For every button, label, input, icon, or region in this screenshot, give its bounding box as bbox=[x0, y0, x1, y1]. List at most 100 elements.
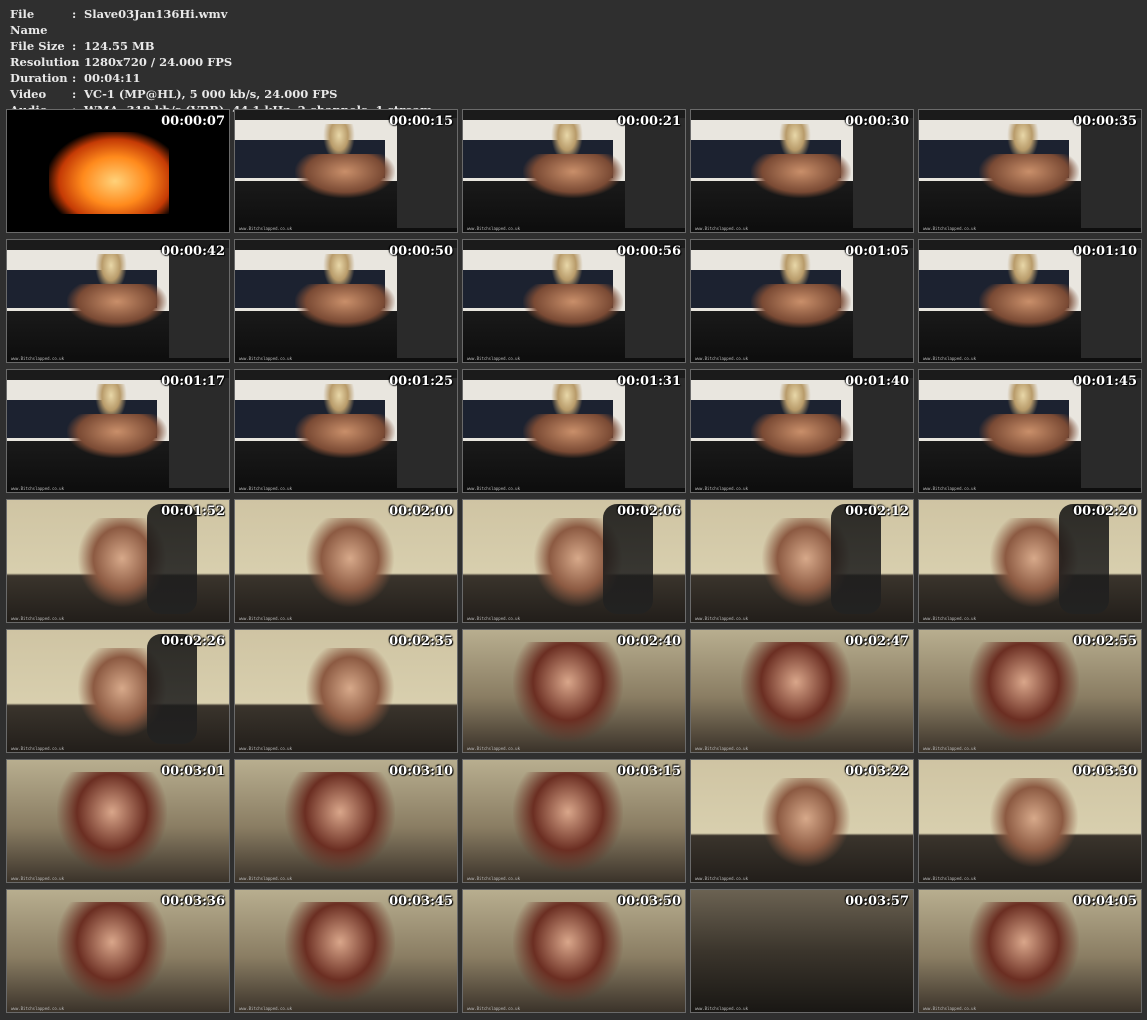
watermark: www.Bitchslapped.co.uk bbox=[239, 1006, 292, 1011]
thumbnail-frame[interactable]: www.Bitchslapped.co.uk 00:00:42 bbox=[6, 239, 230, 363]
watermark: www.Bitchslapped.co.uk bbox=[467, 356, 520, 361]
thumbnail-frame[interactable]: www.Bitchslapped.co.uk 00:02:55 bbox=[918, 629, 1142, 753]
thumbnail-frame[interactable]: www.Bitchslapped.co.uk 00:02:00 bbox=[234, 499, 458, 623]
figure-shape bbox=[513, 902, 623, 1002]
info-row: Video: VC-1 (MP@HL), 5 000 kb/s, 24.000 F… bbox=[10, 86, 432, 102]
timestamp: 00:00:07 bbox=[161, 114, 225, 129]
thumbnail-frame[interactable]: www.Bitchslapped.co.uk 00:01:45 bbox=[918, 369, 1142, 493]
girl-shape bbox=[295, 414, 395, 458]
info-value: 00:04:11 bbox=[84, 71, 141, 85]
cab-shape bbox=[853, 248, 913, 358]
watermark: www.Bitchslapped.co.uk bbox=[239, 356, 292, 361]
thumbnail-frame[interactable]: www.Bitchslapped.co.uk 00:02:47 bbox=[690, 629, 914, 753]
watermark: www.Bitchslapped.co.uk bbox=[11, 1006, 64, 1011]
watermark: www.Bitchslapped.co.uk bbox=[11, 876, 64, 881]
info-key: Video bbox=[10, 87, 47, 101]
watermark: www.Bitchslapped.co.uk bbox=[923, 876, 976, 881]
thumbnail-frame[interactable]: www.Bitchslapped.co.uk 00:03:30 bbox=[918, 759, 1142, 883]
info-value: VC-1 (MP@HL), 5 000 kb/s, 24.000 FPS bbox=[84, 87, 338, 101]
watermark: www.Bitchslapped.co.uk bbox=[11, 616, 64, 621]
timestamp: 00:03:22 bbox=[845, 764, 909, 779]
thumbnail-frame[interactable]: www.Bitchslapped.co.uk 00:00:35 bbox=[918, 109, 1142, 233]
figure-shape bbox=[285, 902, 395, 1002]
info-row: Resolution:1280x720 / 24.000 FPS bbox=[10, 54, 432, 70]
thumbnail-frame[interactable]: www.Bitchslapped.co.uk 00:00:56 bbox=[462, 239, 686, 363]
timestamp: 00:02:12 bbox=[845, 504, 909, 519]
thumbnail-frame[interactable]: www.Bitchslapped.co.uk 00:00:15 bbox=[234, 109, 458, 233]
thumbnail-frame[interactable]: www.Bitchslapped.co.uk 00:01:17 bbox=[6, 369, 230, 493]
thumbnail-frame[interactable]: www.Bitchslapped.co.uk 00:02:26 bbox=[6, 629, 230, 753]
timestamp: 00:03:30 bbox=[1073, 764, 1137, 779]
figure-shape bbox=[741, 642, 851, 742]
watermark: www.Bitchslapped.co.uk bbox=[923, 356, 976, 361]
thumbnail-frame[interactable]: www.Bitchslapped.co.uk 00:02:40 bbox=[462, 629, 686, 753]
cab-shape bbox=[625, 378, 685, 488]
thumbnail-frame[interactable]: www.Bitchslapped.co.uk 00:01:05 bbox=[690, 239, 914, 363]
timestamp: 00:02:20 bbox=[1073, 504, 1137, 519]
watermark: www.Bitchslapped.co.uk bbox=[695, 1006, 748, 1011]
thumbnail-frame[interactable]: www.Bitchslapped.co.uk 00:03:10 bbox=[234, 759, 458, 883]
watermark: www.Bitchslapped.co.uk bbox=[695, 746, 748, 751]
thumbnail-frame[interactable]: www.Bitchslapped.co.uk 00:03:15 bbox=[462, 759, 686, 883]
thumbnail-frame[interactable]: www.Bitchslapped.co.uk 00:00:30 bbox=[690, 109, 914, 233]
girl-shape bbox=[979, 154, 1079, 198]
thumbnail-grid: 00:00:07 www.Bitchslapped.co.uk 00:00:15 ww… bbox=[6, 109, 1142, 1013]
watermark: www.Bitchslapped.co.uk bbox=[467, 1006, 520, 1011]
cab-shape bbox=[1081, 378, 1141, 488]
watermark: www.Bitchslapped.co.uk bbox=[239, 616, 292, 621]
thumbnail-frame[interactable]: www.Bitchslapped.co.uk 00:02:35 bbox=[234, 629, 458, 753]
thumbnail-frame[interactable]: www.Bitchslapped.co.uk 00:01:40 bbox=[690, 369, 914, 493]
timestamp: 00:00:30 bbox=[845, 114, 909, 129]
thumbnail-frame[interactable]: www.Bitchslapped.co.uk 00:00:50 bbox=[234, 239, 458, 363]
figure-shape bbox=[305, 518, 395, 608]
watermark: www.Bitchslapped.co.uk bbox=[923, 486, 976, 491]
timestamp: 00:02:55 bbox=[1073, 634, 1137, 649]
thumbnail-frame[interactable]: www.Bitchslapped.co.uk 00:01:10 bbox=[918, 239, 1142, 363]
thumbnail-frame[interactable]: www.Bitchslapped.co.uk 00:02:06 bbox=[462, 499, 686, 623]
thumbnail-frame[interactable]: www.Bitchslapped.co.uk 00:01:25 bbox=[234, 369, 458, 493]
watermark: www.Bitchslapped.co.uk bbox=[239, 876, 292, 881]
watermark: www.Bitchslapped.co.uk bbox=[239, 226, 292, 231]
watermark: www.Bitchslapped.co.uk bbox=[695, 356, 748, 361]
timestamp: 00:03:57 bbox=[845, 894, 909, 909]
watermark: www.Bitchslapped.co.uk bbox=[11, 486, 64, 491]
timestamp: 00:03:45 bbox=[389, 894, 453, 909]
figure-shape bbox=[513, 772, 623, 872]
figure-shape bbox=[285, 772, 395, 872]
figure-shape bbox=[761, 778, 851, 868]
watermark: www.Bitchslapped.co.uk bbox=[923, 746, 976, 751]
figure-shape bbox=[57, 902, 167, 1002]
timestamp: 00:01:25 bbox=[389, 374, 453, 389]
thumbnail-frame[interactable]: www.Bitchslapped.co.uk 00:03:57 bbox=[690, 889, 914, 1013]
thumbnail-frame[interactable]: www.Bitchslapped.co.uk 00:01:52 bbox=[6, 499, 230, 623]
thumbnail-frame[interactable]: www.Bitchslapped.co.uk 00:03:22 bbox=[690, 759, 914, 883]
girl-shape bbox=[295, 284, 395, 328]
cab-shape bbox=[169, 378, 229, 488]
timestamp: 00:00:21 bbox=[617, 114, 681, 129]
info-key: File Size bbox=[10, 39, 65, 53]
timestamp: 00:01:40 bbox=[845, 374, 909, 389]
girl-shape bbox=[523, 154, 623, 198]
timestamp: 00:02:47 bbox=[845, 634, 909, 649]
thumbnail-frame[interactable]: www.Bitchslapped.co.uk 00:03:50 bbox=[462, 889, 686, 1013]
cab-shape bbox=[1081, 118, 1141, 228]
thumbnail-frame[interactable]: www.Bitchslapped.co.uk 00:02:12 bbox=[690, 499, 914, 623]
thumbnail-frame[interactable]: www.Bitchslapped.co.uk 00:01:31 bbox=[462, 369, 686, 493]
girl-shape bbox=[751, 154, 851, 198]
thumbnail-frame[interactable]: www.Bitchslapped.co.uk 00:00:21 bbox=[462, 109, 686, 233]
thumbnail-frame[interactable]: www.Bitchslapped.co.uk 00:03:01 bbox=[6, 759, 230, 883]
cab-shape bbox=[625, 118, 685, 228]
figure-shape bbox=[969, 902, 1079, 1002]
info-separator: : bbox=[72, 71, 77, 85]
thumbnail-frame[interactable]: www.Bitchslapped.co.uk 00:03:36 bbox=[6, 889, 230, 1013]
cab-shape bbox=[853, 118, 913, 228]
figure-shape bbox=[305, 648, 395, 738]
timestamp: 00:01:31 bbox=[617, 374, 681, 389]
thumbnail-frame[interactable]: www.Bitchslapped.co.uk 00:04:05 bbox=[918, 889, 1142, 1013]
thumbnail-frame[interactable]: www.Bitchslapped.co.uk 00:02:20 bbox=[918, 499, 1142, 623]
figure-shape bbox=[989, 778, 1079, 868]
thumbnail-frame[interactable]: www.Bitchslapped.co.uk 00:03:45 bbox=[234, 889, 458, 1013]
thumbnail-frame[interactable]: 00:00:07 bbox=[6, 109, 230, 233]
timestamp: 00:01:05 bbox=[845, 244, 909, 259]
girl-shape bbox=[979, 414, 1079, 458]
